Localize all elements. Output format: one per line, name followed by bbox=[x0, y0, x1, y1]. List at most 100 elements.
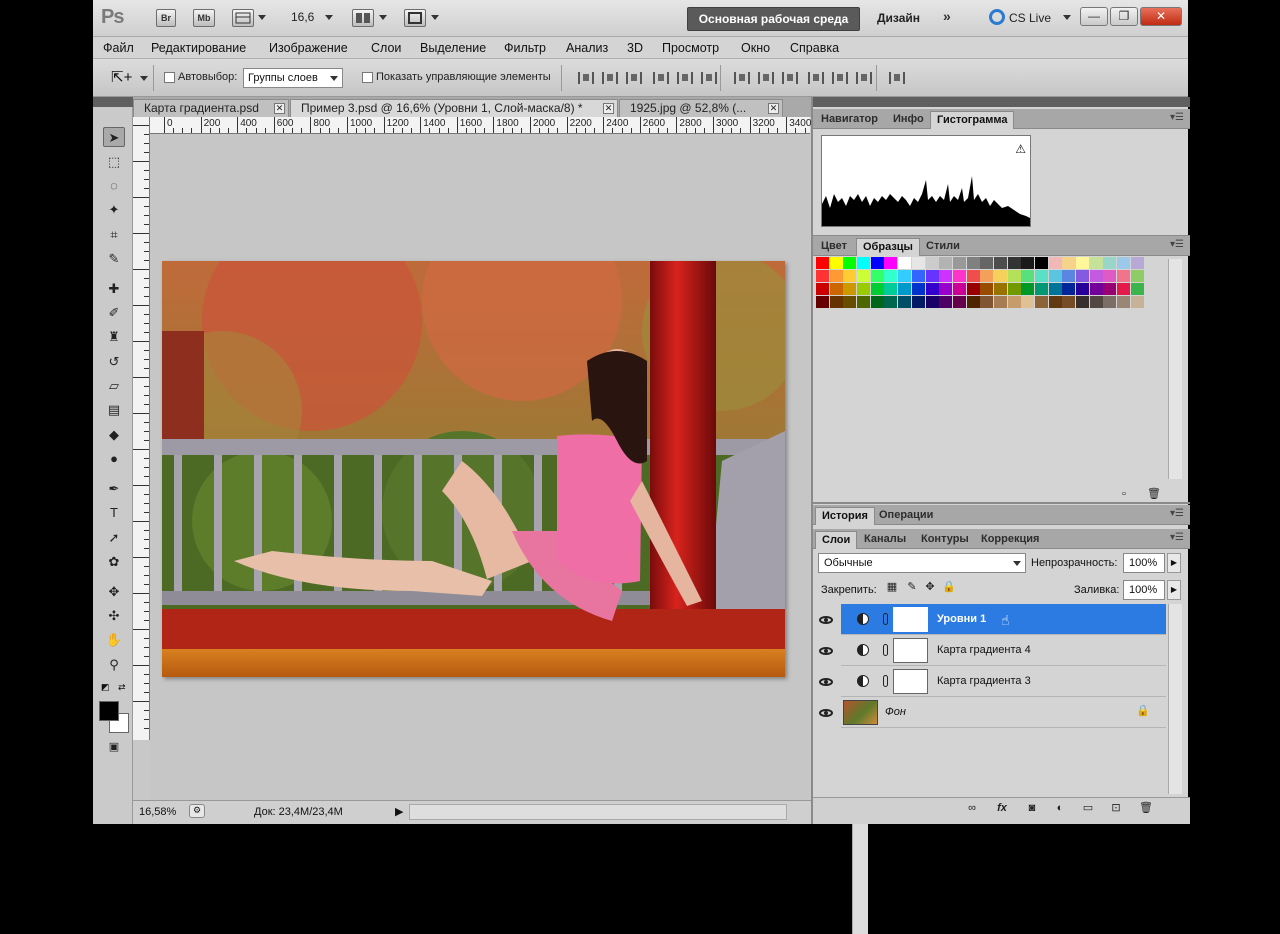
swatch[interactable] bbox=[911, 283, 925, 295]
layer-mask-thumbnail[interactable] bbox=[893, 669, 928, 694]
menu-help[interactable]: Справка bbox=[790, 41, 839, 55]
swatch[interactable] bbox=[1035, 257, 1048, 269]
warning-icon[interactable]: ⚠ bbox=[1015, 142, 1026, 156]
panel-collapse-strip[interactable] bbox=[813, 97, 1190, 107]
new-swatch-icon[interactable]: ▫ bbox=[1117, 488, 1131, 501]
lasso-tool-icon[interactable]: ◌ bbox=[103, 176, 125, 196]
align-vcenter-icon[interactable] bbox=[602, 72, 618, 84]
marquee-tool-icon[interactable]: ⬚ bbox=[103, 152, 125, 172]
tab-channels[interactable]: Каналы bbox=[858, 531, 912, 549]
swatch[interactable] bbox=[1048, 270, 1062, 282]
chevron-down-icon[interactable] bbox=[379, 15, 387, 20]
swatch[interactable] bbox=[1076, 270, 1090, 282]
swatch[interactable] bbox=[1130, 296, 1144, 308]
lock-all-icon[interactable]: 🔒 bbox=[942, 581, 956, 594]
layer-mask-thumbnail[interactable] bbox=[893, 607, 928, 632]
blend-mode-dropdown[interactable]: Обычные bbox=[818, 553, 1026, 573]
swatch[interactable] bbox=[1007, 283, 1021, 295]
swatch[interactable] bbox=[1103, 257, 1117, 269]
restore-button[interactable]: ❐ bbox=[1110, 7, 1138, 26]
extras-icon[interactable] bbox=[232, 9, 254, 27]
quick-selection-tool-icon[interactable]: ✦ bbox=[103, 200, 125, 220]
auto-align-layers-icon[interactable] bbox=[889, 72, 905, 84]
swatch[interactable] bbox=[925, 283, 939, 295]
swatch[interactable] bbox=[857, 296, 871, 308]
link-icon[interactable] bbox=[883, 675, 888, 687]
screen-mode-icon[interactable] bbox=[404, 9, 426, 27]
layer-style-icon[interactable]: fx bbox=[995, 802, 1009, 815]
distribute-right-icon[interactable] bbox=[856, 72, 872, 84]
chevron-down-icon[interactable] bbox=[1063, 15, 1071, 20]
close-button[interactable]: ✕ bbox=[1140, 7, 1182, 26]
default-colors-icon[interactable]: ◩ bbox=[101, 682, 110, 693]
panel-menu-icon[interactable]: ▾☰ bbox=[1170, 112, 1184, 123]
swatch[interactable] bbox=[816, 270, 829, 282]
menu-filter[interactable]: Фильтр bbox=[504, 41, 546, 55]
swatch[interactable] bbox=[925, 270, 939, 282]
swatch[interactable] bbox=[1062, 283, 1076, 295]
swatch[interactable] bbox=[1076, 296, 1090, 308]
swatch[interactable] bbox=[1130, 283, 1144, 295]
layer-thumbnail[interactable] bbox=[843, 700, 878, 725]
swatch[interactable] bbox=[829, 270, 843, 282]
swatch[interactable] bbox=[980, 257, 994, 269]
distribute-top-icon[interactable] bbox=[734, 72, 750, 84]
opacity-slider-arrow-icon[interactable]: ▶ bbox=[1167, 553, 1181, 573]
move-tool-icon[interactable]: ➤ bbox=[103, 127, 125, 147]
swatch[interactable] bbox=[1021, 283, 1035, 295]
mini-bridge-button[interactable]: Mb bbox=[193, 9, 215, 27]
swatch[interactable] bbox=[911, 270, 925, 282]
cs-live-button[interactable]: CS Live bbox=[989, 9, 1051, 25]
swatch[interactable] bbox=[952, 257, 966, 269]
swatch[interactable] bbox=[1048, 283, 1062, 295]
align-hcenter-icon[interactable] bbox=[677, 72, 693, 84]
swatch[interactable] bbox=[939, 296, 953, 308]
tab-paths[interactable]: Контуры bbox=[915, 531, 975, 549]
swatch[interactable] bbox=[870, 296, 884, 308]
new-group-icon[interactable]: ▭ bbox=[1081, 802, 1095, 815]
layer-name[interactable]: Карта градиента 3 bbox=[937, 675, 1031, 687]
trash-icon[interactable]: 🗑 bbox=[1139, 802, 1153, 815]
swatch[interactable] bbox=[939, 270, 953, 282]
swatch[interactable] bbox=[870, 257, 884, 269]
align-right-icon[interactable] bbox=[701, 72, 717, 84]
tab-document-2[interactable]: Пример 3.psd @ 16,6% (Уровни 1, Слой-мас… bbox=[290, 99, 618, 117]
menu-3d[interactable]: 3D bbox=[627, 41, 643, 55]
layer-name[interactable]: Карта градиента 4 bbox=[937, 644, 1031, 656]
panel-menu-icon[interactable]: ▾☰ bbox=[1170, 508, 1184, 519]
swatch[interactable] bbox=[966, 283, 980, 295]
swatch[interactable] bbox=[829, 296, 843, 308]
swatch[interactable] bbox=[1103, 270, 1117, 282]
swatch[interactable] bbox=[1076, 257, 1090, 269]
swatch[interactable] bbox=[898, 283, 912, 295]
autoselect-dropdown[interactable]: Группы слоев bbox=[243, 68, 343, 88]
swatch[interactable] bbox=[980, 270, 994, 282]
eraser-tool-icon[interactable]: ▱ bbox=[103, 376, 125, 396]
foreground-color-swatch[interactable] bbox=[99, 701, 119, 721]
history-brush-tool-icon[interactable]: ↺ bbox=[103, 352, 125, 372]
link-layers-icon[interactable]: ∞ bbox=[965, 802, 979, 815]
swatch[interactable] bbox=[1035, 296, 1048, 308]
add-mask-icon[interactable]: ◙ bbox=[1025, 802, 1039, 815]
fill-slider-arrow-icon[interactable]: ▶ bbox=[1167, 580, 1181, 600]
visibility-eye-icon[interactable] bbox=[819, 616, 833, 624]
menu-analysis[interactable]: Анализ bbox=[566, 41, 608, 55]
shape-tool-icon[interactable]: ✿ bbox=[103, 552, 125, 572]
dodge-tool-icon[interactable]: ● bbox=[103, 449, 125, 469]
swatch[interactable] bbox=[1089, 296, 1103, 308]
swatch[interactable] bbox=[1048, 296, 1062, 308]
tab-info[interactable]: Инфо bbox=[887, 111, 930, 129]
swatches-scrollbar[interactable] bbox=[1168, 259, 1182, 479]
swatch[interactable] bbox=[1035, 270, 1048, 282]
3d-rotate-tool-icon[interactable]: ✥ bbox=[103, 582, 125, 602]
swatch[interactable] bbox=[816, 257, 829, 269]
visibility-eye-icon[interactable] bbox=[819, 709, 833, 717]
distribute-vcenter-icon[interactable] bbox=[758, 72, 774, 84]
pen-tool-icon[interactable]: ✒ bbox=[103, 479, 125, 499]
layer-row[interactable]: Фон 🔒 bbox=[841, 697, 1166, 728]
opacity-input[interactable]: 100% bbox=[1123, 553, 1165, 573]
swatch[interactable] bbox=[1007, 257, 1021, 269]
tab-navigator[interactable]: Навигатор bbox=[815, 111, 884, 129]
link-icon[interactable] bbox=[883, 644, 888, 656]
swatch[interactable] bbox=[884, 296, 898, 308]
